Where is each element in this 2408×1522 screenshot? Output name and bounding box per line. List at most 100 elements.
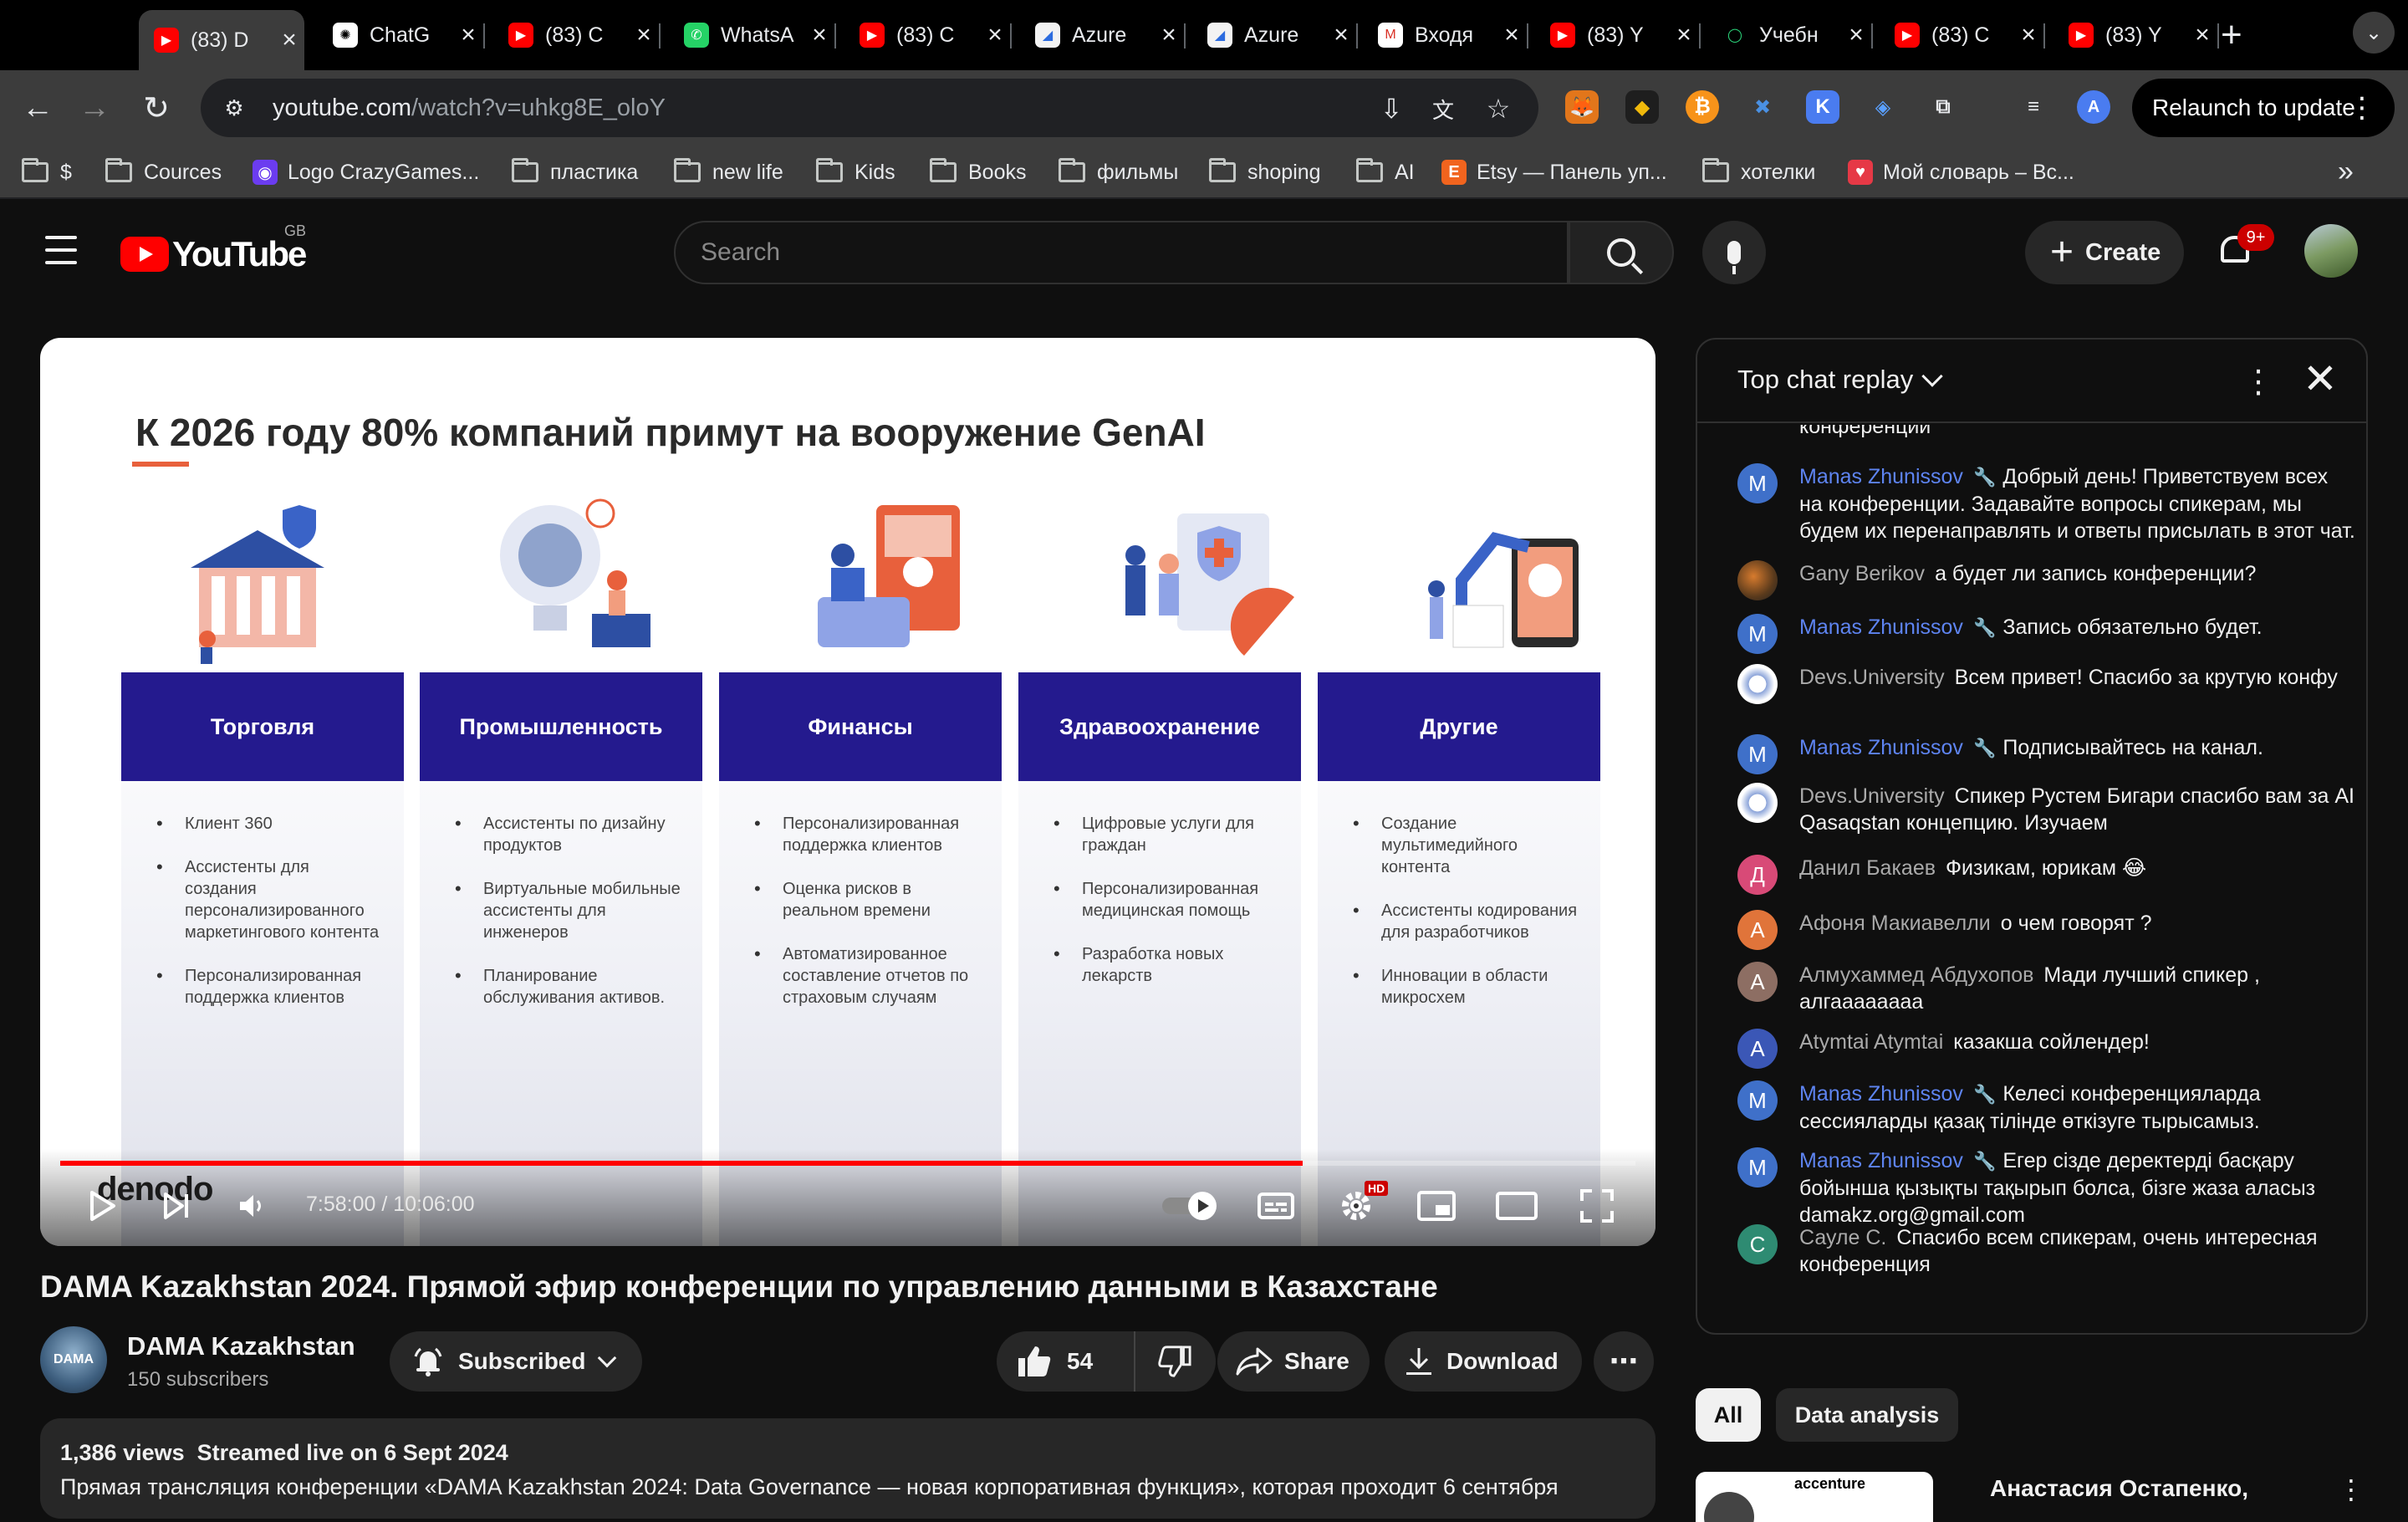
more-actions-button[interactable]: ⋯ xyxy=(1594,1331,1654,1392)
subscribed-button[interactable]: Subscribed xyxy=(390,1331,642,1392)
diamond-extension-icon[interactable]: ◈ xyxy=(1866,90,1900,124)
chat-author[interactable]: Данил Бакаев xyxy=(1799,856,1936,880)
chat-message[interactable]: А Афоня Макиавелли о чем говорят ? xyxy=(1737,910,2356,950)
browser-tab[interactable]: M Входя × xyxy=(1363,12,1528,59)
tab-close-icon[interactable]: × xyxy=(2013,21,2043,49)
translate-icon[interactable]: 文 xyxy=(1426,92,1460,125)
chat-mode-dropdown[interactable]: Top chat replay xyxy=(1737,365,1943,395)
description-box[interactable]: 1,386 views Streamed live on 6 Sept 2024… xyxy=(40,1418,1656,1519)
channel-name[interactable]: DAMA Kazakhstan xyxy=(127,1331,355,1361)
related-video-thumbnail[interactable]: accenture xyxy=(1696,1472,1933,1522)
chat-more-options-icon[interactable]: ⋮ xyxy=(2242,363,2274,401)
settings-button[interactable]: HD xyxy=(1333,1181,1389,1229)
chat-message[interactable]: M Manas Zhunissov 🔧 Подписывайтесь на канал… xyxy=(1737,734,2356,774)
chat-close-icon[interactable]: ✕ xyxy=(2303,358,2338,400)
extensions-puzzle-icon[interactable]: ⧉ xyxy=(1926,90,1960,124)
binance-extension-icon[interactable]: ◆ xyxy=(1625,90,1659,124)
account-avatar[interactable] xyxy=(2304,224,2358,278)
chat-author[interactable]: Алмухаммед Абдухопов xyxy=(1799,963,2033,987)
create-button[interactable]: + Create xyxy=(2025,221,2184,284)
bookmark-folder[interactable]: хотелки xyxy=(1702,154,1815,191)
chat-avatar[interactable] xyxy=(1737,783,1778,823)
relaunch-to-update-button[interactable]: Relaunch to update ⋮ xyxy=(2132,79,2395,137)
browser-tab[interactable]: ▶ (83) C × xyxy=(493,12,661,59)
chat-message[interactable]: A Atymtai Atymtai казакша сойлендер! xyxy=(1737,1029,2356,1069)
chat-avatar[interactable]: M xyxy=(1737,463,1778,503)
browser-tab[interactable]: ▶ (83) Y × xyxy=(2053,12,2219,59)
chat-message-list[interactable]: конференции M Manas Zhunissov 🔧 Добрый день!… xyxy=(1697,425,2366,1333)
chat-message[interactable]: А Алмухаммед Абдухопов Мади лучший спикер … xyxy=(1737,962,2356,1015)
subtitles-button[interactable] xyxy=(1252,1182,1299,1229)
bitcoin-extension-icon[interactable]: ₿ xyxy=(1686,90,1719,124)
address-bar[interactable]: ⚙ youtube.com/watch?v=uhkg8E_oloY ⇩ 文 ☆ xyxy=(201,79,1538,137)
bookmark-folder[interactable]: Books xyxy=(930,154,1026,191)
tab-close-icon[interactable]: × xyxy=(980,21,1010,49)
bookmark-folder[interactable]: AI xyxy=(1356,154,1415,191)
miniplayer-button[interactable] xyxy=(1413,1182,1460,1229)
bookmark-folder[interactable]: Cources xyxy=(105,154,222,191)
chat-avatar[interactable]: A xyxy=(1737,1029,1778,1069)
share-button[interactable]: Share xyxy=(1217,1331,1370,1392)
chat-message[interactable]: Gany Berikov а будет ли запись конференци… xyxy=(1737,560,2356,600)
play-button[interactable] xyxy=(79,1182,125,1229)
url-text[interactable]: youtube.com/watch?v=uhkg8E_oloY xyxy=(273,94,666,122)
youtube-logo[interactable]: YouTube GB xyxy=(120,222,307,274)
filter-chip[interactable]: Data analysis xyxy=(1776,1388,1958,1442)
browser-tab[interactable]: ✆ WhatsA × xyxy=(669,12,836,59)
tab-close-icon[interactable]: × xyxy=(453,21,483,49)
chat-message[interactable]: M Manas Zhunissov 🔧 Келесі конференцияларда… xyxy=(1737,1080,2356,1135)
chat-avatar[interactable]: M xyxy=(1737,614,1778,654)
chat-author[interactable]: Gany Berikov xyxy=(1799,562,1925,585)
bookmark-link[interactable]: ♥ Мой словарь – Вс... xyxy=(1848,154,2074,191)
chat-avatar[interactable]: M xyxy=(1737,1080,1778,1121)
browser-tab[interactable]: ✺ ChatG × xyxy=(318,12,485,59)
tab-close-icon[interactable]: × xyxy=(1669,21,1699,49)
chat-author[interactable]: Афоня Макиавелли xyxy=(1799,912,1991,935)
related-more-icon[interactable]: ⋮ xyxy=(2338,1473,2365,1505)
forward-button[interactable]: → xyxy=(72,85,117,130)
metamask-extension-icon[interactable]: 🦊 xyxy=(1565,90,1599,124)
tools-extension-icon[interactable]: ✖ xyxy=(1746,90,1779,124)
mute-button[interactable] xyxy=(229,1182,276,1229)
chat-avatar[interactable]: M xyxy=(1737,734,1778,774)
download-button[interactable]: Download xyxy=(1385,1331,1582,1392)
more-bookmarks-icon[interactable]: » xyxy=(2338,156,2354,188)
chat-author[interactable]: Manas Zhunissov xyxy=(1799,736,1963,759)
chat-avatar[interactable]: А xyxy=(1737,962,1778,1002)
progress-bar[interactable] xyxy=(60,1161,1635,1166)
bookmark-star-icon[interactable]: ☆ xyxy=(1482,92,1515,125)
bookmark-folder[interactable]: пластика xyxy=(512,154,638,191)
chat-message[interactable]: M Manas Zhunissov 🔧 Егер сізде деректерді б… xyxy=(1737,1147,2356,1228)
tab-close-icon[interactable]: × xyxy=(2187,21,2217,49)
new-tab-button[interactable]: + xyxy=(2221,17,2242,54)
chat-author[interactable]: Manas Zhunissov xyxy=(1799,615,1963,639)
filter-chip[interactable]: All xyxy=(1696,1388,1761,1442)
browser-tab[interactable]: ◢ Azure × xyxy=(1192,12,1358,59)
search-input[interactable]: Search xyxy=(674,221,1569,284)
chat-avatar[interactable]: С xyxy=(1737,1224,1778,1264)
tab-close-icon[interactable]: × xyxy=(1154,21,1184,49)
site-info-icon[interactable]: ⚙ xyxy=(217,91,251,125)
tab-close-icon[interactable]: × xyxy=(804,21,834,49)
chat-message[interactable]: Devs.University Спикер Рустем Бигари спас… xyxy=(1737,783,2356,836)
tab-close-icon[interactable]: × xyxy=(1497,21,1527,49)
tab-search-button[interactable]: ⌄ xyxy=(2353,12,2395,54)
media-controls-icon[interactable]: ≡ xyxy=(2017,90,2050,124)
chat-avatar[interactable]: А xyxy=(1737,910,1778,950)
bookmark-folder[interactable]: $ xyxy=(22,154,72,191)
related-video-title[interactable]: Анастасия Остапенко, xyxy=(1990,1475,2248,1502)
tab-close-icon[interactable]: × xyxy=(1326,21,1356,49)
chat-message[interactable]: Devs.University Всем привет! Спасибо за к… xyxy=(1737,664,2356,704)
autoplay-toggle[interactable] xyxy=(1159,1182,1222,1229)
bookmark-folder[interactable]: new life xyxy=(674,154,783,191)
tab-close-icon[interactable]: × xyxy=(274,26,304,54)
browser-tab[interactable]: ▶ (83) C × xyxy=(1880,12,2045,59)
chat-avatar[interactable] xyxy=(1737,664,1778,704)
chat-author[interactable]: Сауле С. xyxy=(1799,1226,1886,1249)
bookmark-link[interactable]: E Etsy — Панель уп... xyxy=(1441,154,1667,191)
like-button[interactable]: 54 xyxy=(997,1331,1135,1392)
dislike-button[interactable] xyxy=(1135,1331,1214,1392)
bookmark-folder[interactable]: Kids xyxy=(816,154,895,191)
chat-message[interactable]: С Сауле С. Спасибо всем спикерам, очень ин… xyxy=(1737,1224,2356,1278)
notifications-button[interactable]: 9+ xyxy=(2214,224,2274,271)
